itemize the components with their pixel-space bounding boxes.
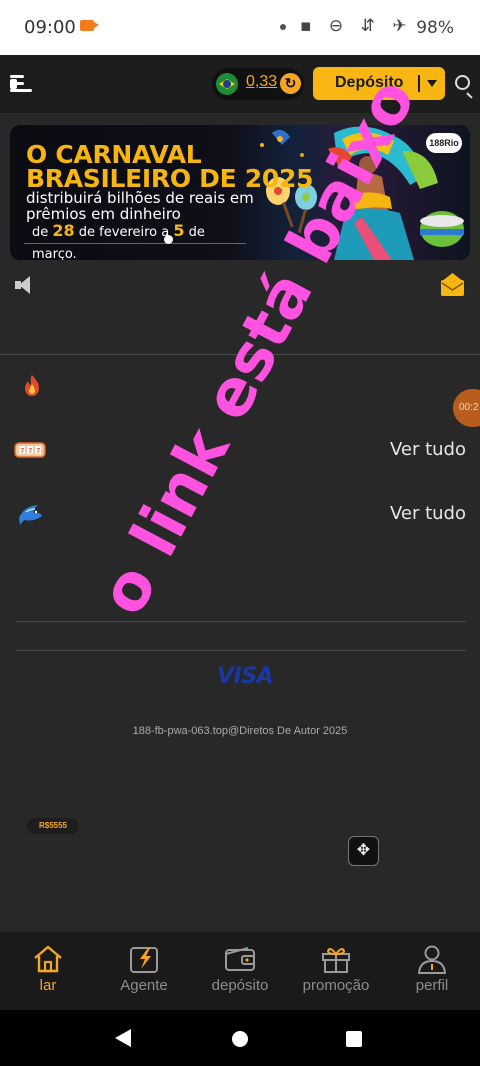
nav-label-agent: Agente: [120, 977, 168, 994]
nav-label-profile: perfil: [415, 977, 449, 994]
nav-item-promotion[interactable]: promoção: [288, 932, 384, 1010]
home-button-icon[interactable]: [232, 1031, 248, 1047]
balance-amount: 0,33: [246, 73, 278, 90]
wallet-icon: [225, 947, 255, 971]
agent-icon: [130, 947, 158, 973]
slot-machine-icon: 7 7 7: [14, 442, 46, 458]
speaker-icon: [15, 275, 31, 295]
status-bar: 09:00 ▪ ⊖ ⇵ ✈ 98%: [0, 0, 480, 55]
svg-text:7: 7: [20, 447, 24, 455]
copyright-text: 188-fb-pwa-063.top@Diretos De Autor 2025: [132, 725, 348, 737]
notification-dot-icon: [280, 24, 286, 30]
svg-text:7: 7: [28, 447, 32, 455]
floating-timer-bubble[interactable]: 00:2: [453, 389, 480, 427]
search-icon[interactable]: [455, 75, 470, 90]
fire-icon: [25, 375, 39, 396]
see-all-link-slots[interactable]: Ver tudo: [390, 439, 466, 460]
nav-item-profile[interactable]: perfil: [384, 932, 480, 1010]
date-start: 28: [52, 221, 75, 240]
banner-dates: de 28 de fevereiro a 5 de março.: [24, 220, 246, 260]
chevron-down-icon[interactable]: [427, 80, 437, 87]
fish-game-icon: [19, 505, 42, 525]
profile-icon: [417, 945, 447, 974]
floating-timer-text: 00:2: [459, 402, 479, 413]
nav-item-deposit[interactable]: depósito: [192, 932, 288, 1010]
footer-divider-top: [16, 621, 466, 622]
nav-label-deposit: depósito: [211, 977, 269, 994]
back-icon[interactable]: [115, 1029, 131, 1047]
status-time: 09:00: [24, 17, 76, 38]
deposit-button-separator: [418, 75, 420, 92]
recent-apps-icon[interactable]: [346, 1031, 362, 1047]
brand-logo: 188Rio: [426, 133, 462, 153]
dates-prefix: de: [32, 225, 49, 240]
svg-text:7: 7: [36, 447, 40, 455]
refresh-balance-icon[interactable]: ↻: [280, 73, 301, 94]
nav-label-promotion: promoção: [302, 977, 370, 994]
dates-mid: de fevereiro a: [78, 225, 170, 240]
mail-icon[interactable]: [440, 272, 465, 297]
see-all-link-fishing[interactable]: Ver tudo: [390, 503, 466, 524]
menu-toggle-icon[interactable]: [10, 75, 32, 93]
nav-item-agent[interactable]: Agente: [96, 932, 192, 1010]
move-arrows-icon[interactable]: ✥: [348, 836, 379, 866]
gift-icon: [322, 948, 350, 973]
bottom-navigation: lar Agente depósito promoção perfil: [0, 932, 480, 1010]
system-navigation-bar: [0, 1010, 480, 1066]
carousel-indicator[interactable]: [164, 235, 173, 244]
date-end: 5: [173, 221, 185, 240]
footer-divider-bottom: [16, 650, 466, 651]
brazil-flag-icon: [216, 73, 238, 95]
nav-item-home[interactable]: lar: [0, 932, 96, 1010]
nav-label-home: lar: [39, 977, 57, 994]
home-icon: [34, 945, 62, 973]
balance-chip[interactable]: R$5555: [27, 818, 79, 834]
visa-logo: VISA: [217, 664, 274, 689]
system-status-icons: ▪ ⊖ ⇵ ✈: [300, 16, 413, 36]
battery-level: 98%: [416, 18, 454, 38]
balance-pill[interactable]: 0,33 ↻: [212, 68, 304, 100]
screen-record-icon: [80, 20, 99, 31]
